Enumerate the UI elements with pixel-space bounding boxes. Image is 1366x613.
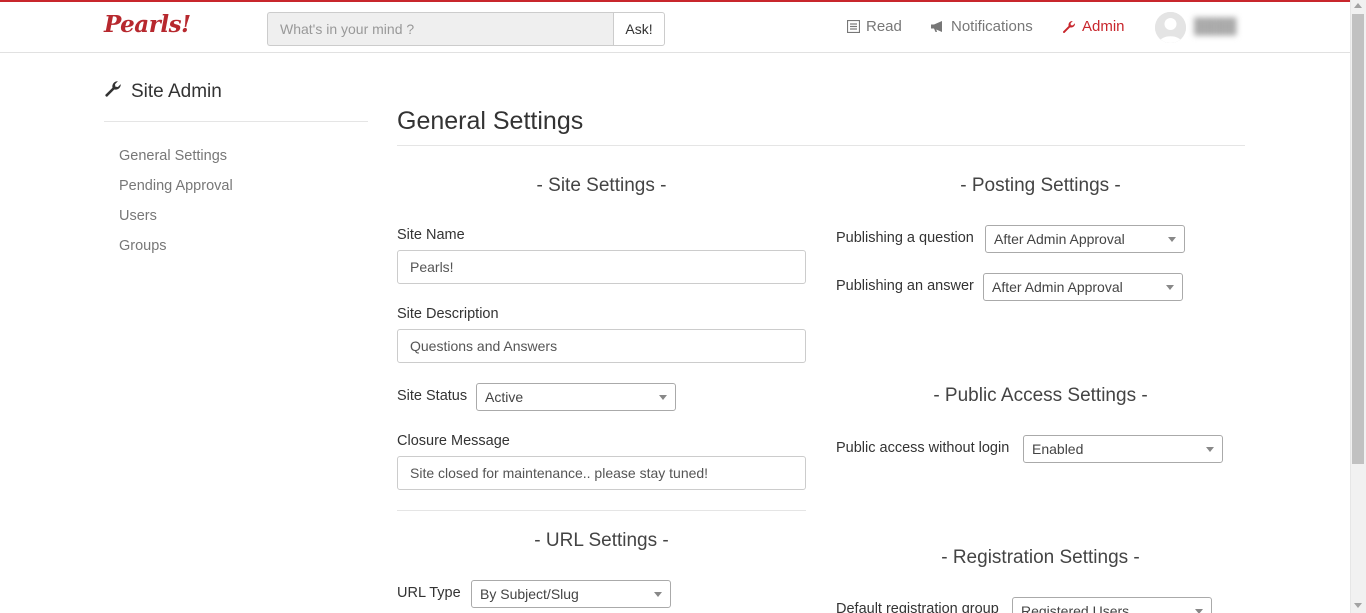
url-settings-heading: - URL Settings - [534, 530, 669, 551]
publishing-question-value: After Admin Approval [994, 231, 1125, 247]
megaphone-icon [930, 20, 945, 33]
chevron-down-icon [1168, 237, 1176, 242]
sidebar-divider [104, 121, 368, 122]
book-icon [847, 20, 860, 33]
default-group-label: Default registration group [836, 601, 999, 613]
brand-logo[interactable]: Pearls! [104, 11, 191, 38]
site-description-field[interactable] [397, 329, 806, 363]
public-access-heading: - Public Access Settings - [933, 385, 1148, 406]
site-status-select[interactable]: Active [476, 383, 676, 411]
site-name-label: Site Name [397, 227, 465, 243]
wrench-icon [1062, 20, 1076, 34]
navbar: Pearls! Ask! Read Notifications [0, 2, 1350, 53]
chevron-down-icon [1206, 447, 1214, 452]
sidebar-title: Site Admin [104, 80, 222, 104]
url-type-select[interactable]: By Subject/Slug [471, 580, 671, 608]
wrench-icon [104, 80, 122, 104]
search-bar: Ask! [267, 12, 665, 46]
registration-settings-heading: - Registration Settings - [941, 547, 1140, 568]
page-title: General Settings [397, 107, 584, 135]
public-access-label: Public access without login [836, 440, 1010, 456]
publishing-answer-label: Publishing an answer [836, 278, 974, 294]
chevron-down-icon [1195, 609, 1203, 613]
site-description-label: Site Description [397, 306, 499, 322]
title-divider [397, 145, 1245, 146]
nav-admin-label: Admin [1082, 18, 1125, 35]
sidebar-item-pending-approval[interactable]: Pending Approval [119, 178, 233, 194]
chevron-down-icon [654, 592, 662, 597]
username[interactable]: ████ [1194, 18, 1237, 35]
publishing-answer-select[interactable]: After Admin Approval [983, 273, 1183, 301]
publishing-question-select[interactable]: After Admin Approval [985, 225, 1185, 253]
avatar[interactable] [1155, 12, 1186, 43]
publishing-answer-value: After Admin Approval [992, 279, 1123, 295]
scroll-up-arrow-icon[interactable] [1354, 3, 1362, 8]
search-input[interactable] [267, 12, 613, 46]
nav-notifications[interactable]: Notifications [930, 18, 1033, 35]
posting-settings-heading: - Posting Settings - [960, 175, 1121, 196]
site-settings-heading: - Site Settings - [536, 175, 667, 196]
nav-read-label: Read [866, 18, 902, 35]
nav-admin[interactable]: Admin [1062, 18, 1125, 35]
site-name-field[interactable] [397, 250, 806, 284]
scroll-down-arrow-icon[interactable] [1354, 603, 1362, 608]
nav-read[interactable]: Read [847, 18, 902, 35]
ask-button[interactable]: Ask! [613, 12, 665, 46]
public-access-value: Enabled [1032, 441, 1084, 457]
sidebar-item-groups[interactable]: Groups [119, 238, 167, 254]
scrollbar-thumb[interactable] [1352, 14, 1364, 464]
sidebar-title-label: Site Admin [131, 81, 222, 102]
url-type-label: URL Type [397, 585, 461, 601]
public-access-select[interactable]: Enabled [1023, 435, 1223, 463]
url-type-value: By Subject/Slug [480, 586, 579, 602]
sidebar-item-users[interactable]: Users [119, 208, 157, 224]
default-group-select[interactable]: Registered Users [1012, 597, 1212, 613]
default-group-value: Registered Users [1021, 603, 1130, 613]
site-status-value: Active [485, 389, 524, 405]
chevron-down-icon [1166, 285, 1174, 290]
site-status-label: Site Status [397, 388, 468, 404]
closure-message-field[interactable] [397, 456, 806, 490]
chevron-down-icon [659, 395, 667, 400]
nav-notifications-label: Notifications [951, 18, 1033, 35]
sidebar-item-general-settings[interactable]: General Settings [119, 148, 227, 164]
closure-message-label: Closure Message [397, 433, 510, 449]
section-divider [397, 510, 806, 511]
publishing-question-label: Publishing a question [836, 230, 974, 246]
